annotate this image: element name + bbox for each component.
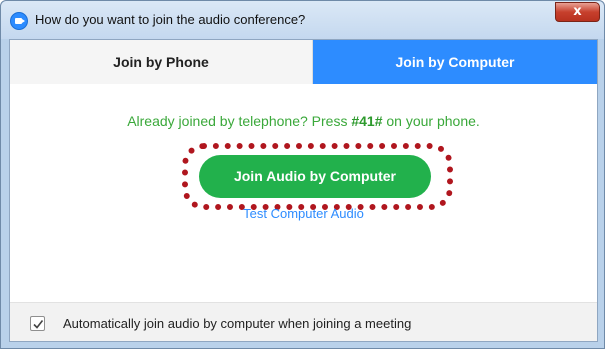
- join-audio-button[interactable]: Join Audio by Computer: [199, 155, 431, 198]
- phone-code: #41#: [351, 113, 383, 129]
- zoom-logo-icon: [10, 12, 28, 30]
- tab-join-by-phone[interactable]: Join by Phone: [10, 40, 313, 84]
- auto-join-label[interactable]: Automatically join audio by computer whe…: [63, 316, 411, 331]
- title-bar: How do you want to join the audio confer…: [1, 1, 604, 39]
- join-tabs: Join by Phone Join by Computer: [10, 40, 597, 84]
- already-suffix: on your phone.: [382, 113, 480, 129]
- close-button[interactable]: x: [555, 2, 600, 22]
- test-computer-audio-link[interactable]: Test Computer Audio: [10, 206, 597, 221]
- already-prefix: Already joined by telephone? Press: [127, 113, 352, 129]
- footer-bar: Automatically join audio by computer whe…: [10, 302, 597, 341]
- checkmark-icon: [33, 320, 44, 329]
- dialog-content: Join by Phone Join by Computer Already j…: [9, 39, 598, 342]
- audio-conference-dialog: How do you want to join the audio confer…: [0, 0, 605, 349]
- window-title: How do you want to join the audio confer…: [35, 12, 306, 27]
- tab-join-by-computer[interactable]: Join by Computer: [313, 40, 597, 84]
- auto-join-checkbox[interactable]: [30, 316, 45, 331]
- already-joined-text: Already joined by telephone? Press #41# …: [10, 113, 597, 129]
